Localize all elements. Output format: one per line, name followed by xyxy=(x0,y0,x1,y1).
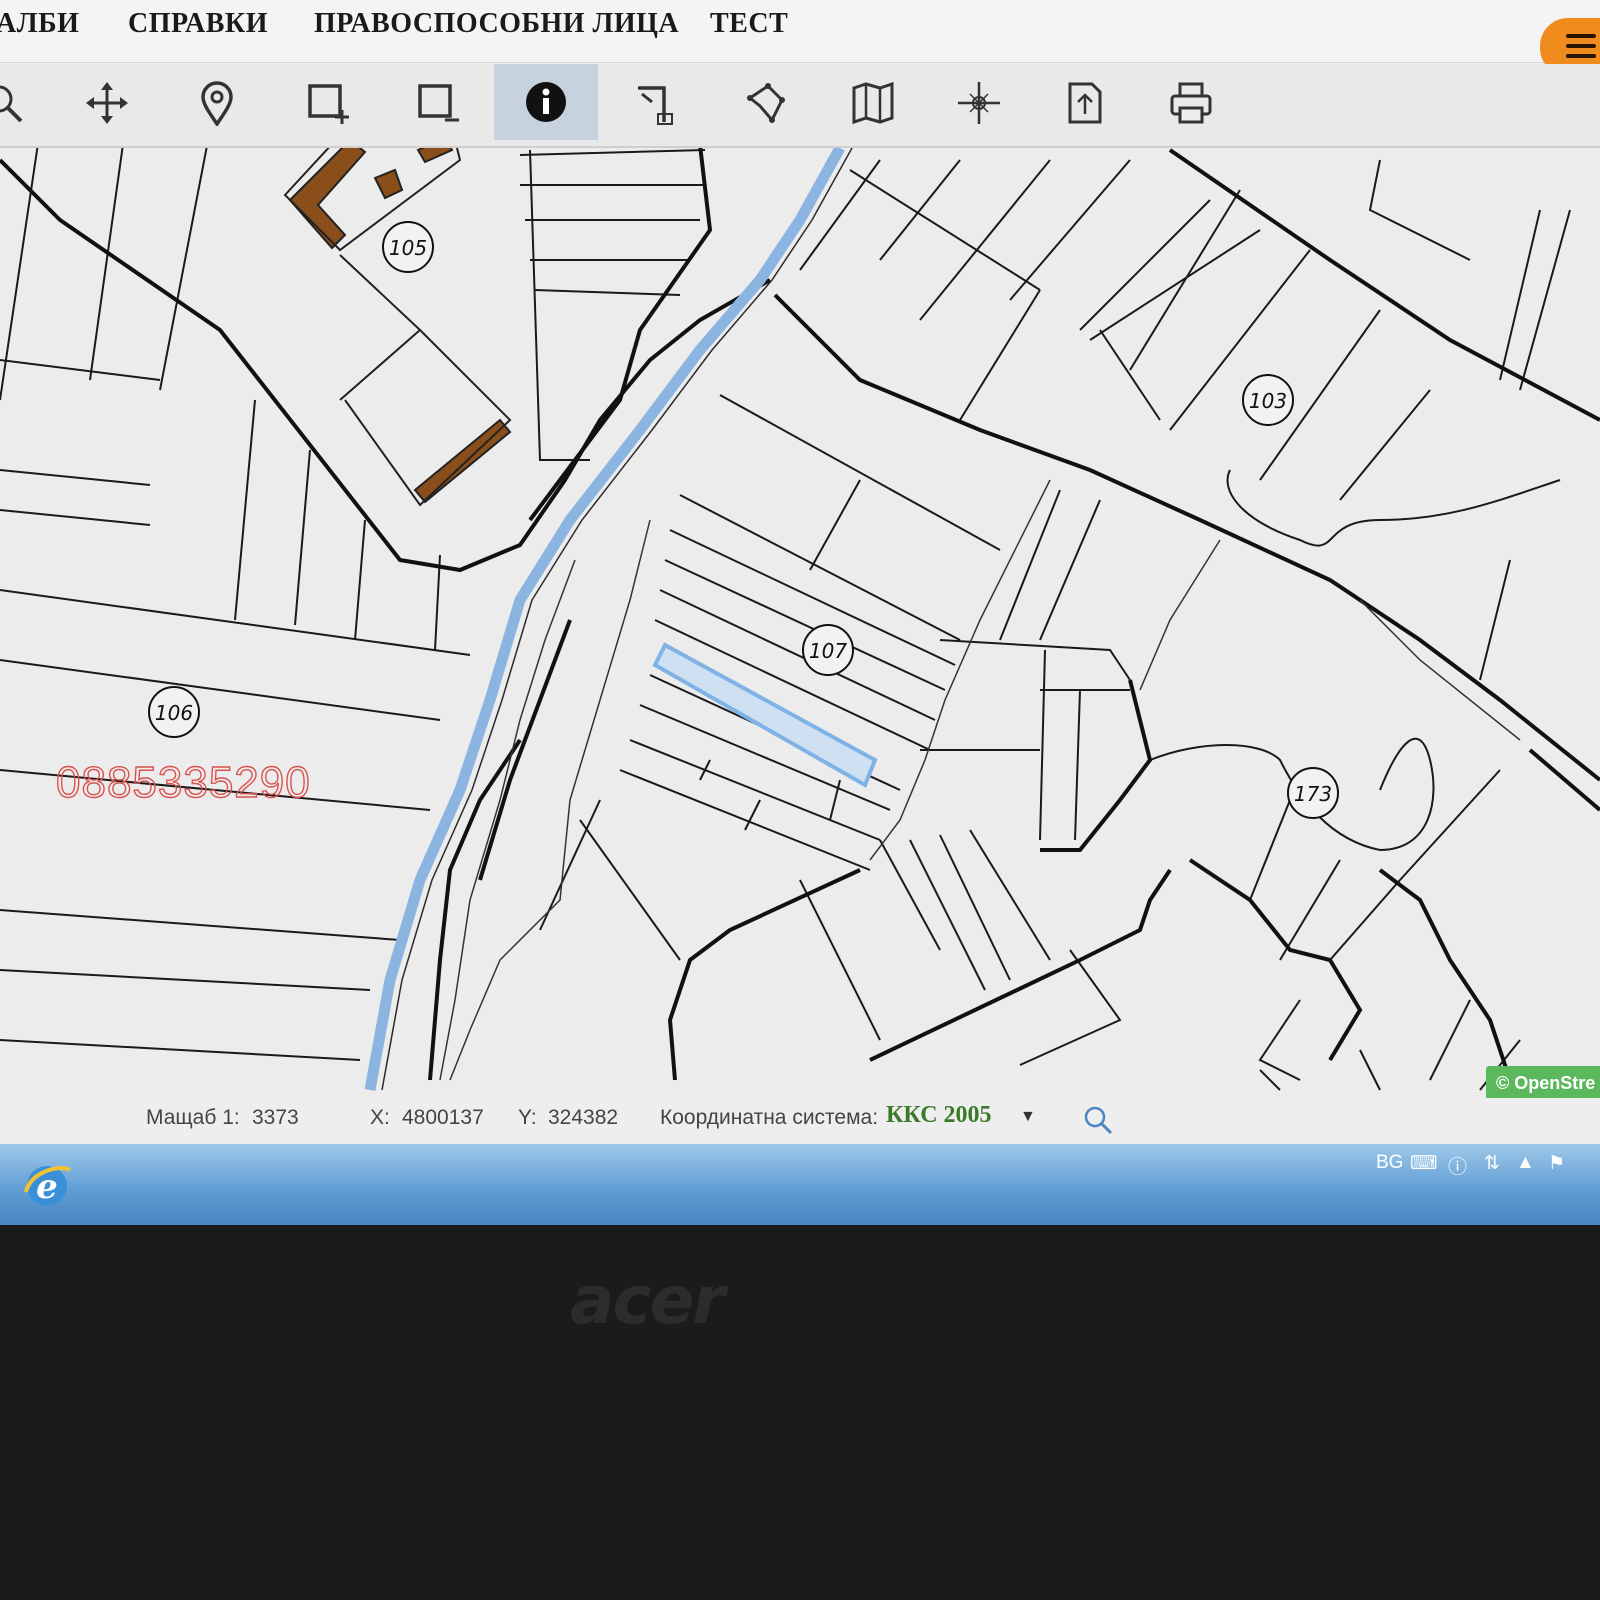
taskbar: e BG ⌨ ⓘ ⇅ ▲ ⚑ xyxy=(0,1144,1600,1225)
rectangle-add-icon[interactable] xyxy=(294,70,360,136)
zoom-icon[interactable] xyxy=(0,70,36,136)
nav-item-spravki[interactable]: СПРАВКИ xyxy=(128,8,268,40)
scale-label: Мащаб 1: xyxy=(146,1106,240,1129)
svg-text:107: 107 xyxy=(809,639,847,663)
parcel-label-103: 103 xyxy=(1242,374,1294,426)
network-icon[interactable]: ⇅ xyxy=(1484,1152,1500,1175)
cadastral-map: 105 103 107 106 173 xyxy=(0,148,1600,1091)
openstreetmap-attribution[interactable]: © OpenStre xyxy=(1486,1066,1600,1100)
export-icon[interactable] xyxy=(1052,70,1118,136)
y-label: Y: xyxy=(518,1106,537,1129)
x-coordinate: 4800137 xyxy=(402,1106,484,1129)
map-book-icon[interactable] xyxy=(840,70,906,136)
screen: АЛБИ СПРАВКИ ПРАВОСПОСОБНИ ЛИЦА ТЕСТ 105… xyxy=(0,0,1600,1225)
search-icon[interactable] xyxy=(1082,1104,1114,1141)
crs-label: Координатна система: xyxy=(660,1106,879,1129)
phone-watermark: 0885335290 xyxy=(55,757,311,807)
info-icon[interactable] xyxy=(494,64,598,140)
scale-value: 3373 xyxy=(252,1106,299,1129)
map-toolbar xyxy=(0,64,1600,148)
laptop-brand-logo: acer xyxy=(570,1262,725,1339)
x-label: X: xyxy=(370,1106,390,1129)
nav-item-albi[interactable]: АЛБИ xyxy=(0,8,79,40)
nav-item-test[interactable]: ТЕСТ xyxy=(710,8,788,40)
tray-arrow-icon[interactable]: ▲ xyxy=(1516,1152,1535,1174)
pan-icon[interactable] xyxy=(74,70,140,136)
parcel-label-105: 105 xyxy=(382,221,434,273)
svg-text:105: 105 xyxy=(389,236,427,260)
nav-item-pravosposobni[interactable]: ПРАВОСПОСОБНИ ЛИЦА xyxy=(314,8,679,40)
polygon-icon[interactable] xyxy=(732,70,798,136)
top-nav: АЛБИ СПРАВКИ ПРАВОСПОСОБНИ ЛИЦА ТЕСТ xyxy=(0,0,1600,76)
language-indicator[interactable]: BG xyxy=(1376,1152,1403,1174)
crosshair-icon[interactable] xyxy=(946,70,1012,136)
crs-select[interactable]: ККС 2005 xyxy=(886,1102,992,1129)
corner-select-icon[interactable] xyxy=(624,70,690,136)
internet-explorer-icon[interactable]: e xyxy=(20,1158,74,1217)
svg-text:173: 173 xyxy=(1294,782,1332,806)
rectangle-remove-icon[interactable] xyxy=(404,70,470,136)
flag-icon[interactable]: ⚑ xyxy=(1548,1152,1565,1175)
chevron-down-icon[interactable]: ▼ xyxy=(1020,1108,1036,1126)
map-canvas[interactable]: 105 103 107 106 173 0885335290 © OpenStr… xyxy=(0,148,1600,1110)
location-pin-icon[interactable] xyxy=(184,70,250,136)
parcel-label-173: 173 xyxy=(1287,767,1339,819)
status-bar: Мащаб 1: 3373 X: 4800137 Y: 324382 Коорд… xyxy=(0,1098,1600,1144)
svg-text:103: 103 xyxy=(1249,389,1287,413)
keyboard-icon[interactable]: ⌨ xyxy=(1410,1152,1437,1175)
print-icon[interactable] xyxy=(1158,70,1224,136)
parcel-label-107: 107 xyxy=(802,624,854,676)
parcel-label-106: 106 xyxy=(148,686,200,738)
svg-text:106: 106 xyxy=(155,701,193,725)
y-coordinate: 324382 xyxy=(548,1106,619,1129)
help-icon[interactable]: ⓘ xyxy=(1448,1152,1467,1179)
